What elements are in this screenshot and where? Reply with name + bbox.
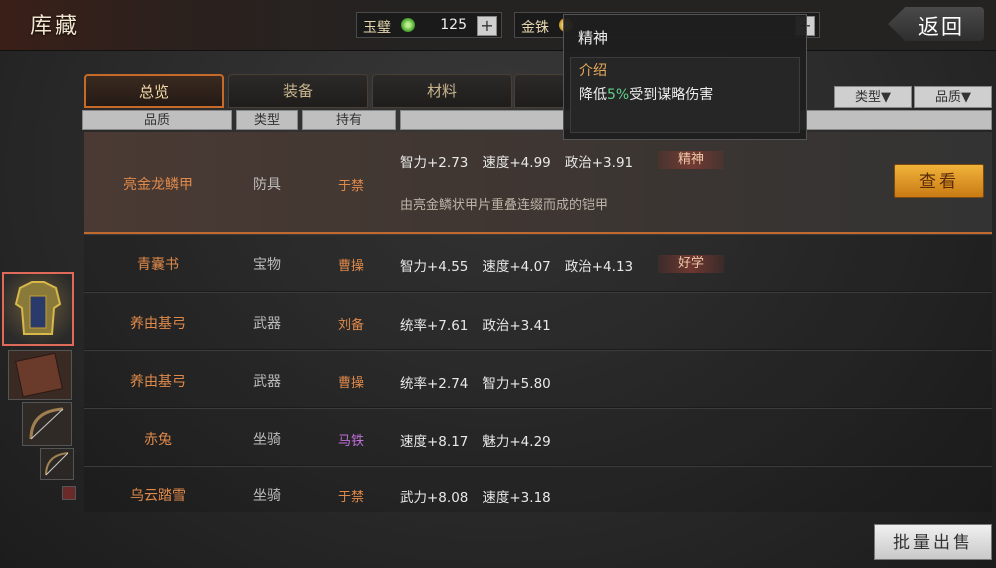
jade-icon [401,18,415,32]
table-row[interactable]: 青囊书 宝物 曹操 智力+4.55 速度+4.07 政治+4.13 好学 [84,234,992,292]
table-row[interactable]: 乌云踏雪 坐骑 于禁 武力+8.08 速度+3.18 [84,467,992,512]
item-name: 乌云踏雪 [130,488,186,504]
item-owner: 曹操 [337,376,364,391]
bow-thumbnail-small[interactable] [40,448,74,480]
item-type: 武器 [253,316,281,332]
item-thumbnail-tiny[interactable] [62,486,76,500]
type-filter-dropdown[interactable]: 类型▼ [834,86,912,108]
stat: 智力+2.73 [400,155,469,171]
item-type: 坐骑 [253,432,281,448]
item-name: 青囊书 [137,257,179,273]
item-stats: 统率+7.61 政治+3.41 [400,314,565,334]
item-stats: 智力+2.73 速度+4.99 政治+3.91 [400,151,647,171]
view-button[interactable]: 查看 [894,164,984,198]
tab-materials[interactable]: 材料 [372,74,512,108]
tooltip-highlight: 5% [607,87,630,103]
stat: 统率+2.74 [400,376,469,392]
stat: 统率+7.61 [400,318,469,334]
tooltip-body-suffix: 受到谋略伤害 [629,87,714,103]
armor-icon [14,281,62,335]
item-type: 武器 [253,374,281,390]
item-owner: 刘备 [337,318,364,333]
table-row[interactable]: 赤兔 坐骑 马铁 速度+8.17 魅力+4.29 [84,409,992,466]
tooltip-body-prefix: 降低 [579,87,607,103]
stat: 政治+3.91 [564,155,634,171]
item-list: 亮金龙鳞甲 防具 于禁 智力+2.73 速度+4.99 政治+3.91 精神 由亮金… [84,132,992,512]
jade-label: 玉璧 [363,20,391,36]
tooltip-title: 精神 [578,29,609,47]
stat: 智力+5.80 [482,376,551,392]
stat: 智力+4.55 [400,259,469,275]
tab-equipment[interactable]: 装备 [228,74,368,108]
stat: 速度+8.17 [400,434,469,450]
tab-overview[interactable]: 总览 [84,74,224,108]
stat: 武力+8.08 [400,490,469,506]
add-jade-button[interactable]: + [477,16,497,36]
item-owner: 于禁 [337,490,364,505]
back-button[interactable]: 返回 [888,7,984,41]
item-stats: 智力+4.55 速度+4.07 政治+4.13 [400,255,647,275]
item-name: 养由基弓 [130,374,186,390]
book-icon [15,352,63,398]
item-type: 宝物 [253,257,281,273]
item-name: 亮金龙鳞甲 [123,177,193,193]
stat: 速度+4.99 [482,155,551,171]
table-row-selected[interactable]: 亮金龙鳞甲 防具 于禁 智力+2.73 速度+4.99 政治+3.91 精神 由亮金… [84,132,992,234]
stat: 魅力+4.29 [482,434,551,450]
item-stats: 统率+2.74 智力+5.80 [400,372,565,392]
bow-icon [29,407,64,440]
item-name: 养由基弓 [130,316,186,332]
column-type[interactable]: 类型 [236,110,298,130]
item-type: 坐骑 [253,488,281,504]
item-owner: 曹操 [337,259,364,274]
item-owner: 马铁 [337,434,364,449]
stat: 政治+3.41 [482,318,551,334]
item-stats: 武力+8.08 速度+3.18 [400,486,565,506]
book-thumbnail[interactable] [8,350,72,400]
armor-thumbnail[interactable] [2,272,74,346]
stat: 速度+4.07 [482,259,551,275]
item-name: 赤兔 [144,432,172,448]
stat: 政治+4.13 [564,259,634,275]
tooltip-subtitle: 介绍 [579,63,607,79]
bulk-sell-button[interactable]: 批量出售 [874,524,992,560]
column-quality[interactable]: 品质 [82,110,232,130]
item-stats: 速度+8.17 魅力+4.29 [400,430,565,450]
stat: 速度+3.18 [482,490,551,506]
back-label: 返回 [918,15,964,39]
table-row[interactable]: 养由基弓 武器 曹操 统率+2.74 智力+5.80 [84,351,992,408]
item-type: 防具 [253,177,281,193]
bow-icon [45,452,69,476]
item-owner: 于禁 [337,179,364,194]
page-title: 库藏 [30,14,81,39]
item-description: 由亮金鳞状甲片重叠连缀而成的铠甲 [400,198,609,213]
trait-badge[interactable]: 精神 [658,151,724,169]
table-row[interactable]: 养由基弓 武器 刘备 统率+7.61 政治+3.41 [84,293,992,350]
jade-value: 125 [440,17,467,33]
coin-label: 金铢 [521,20,549,36]
trait-badge[interactable]: 好学 [658,255,724,273]
jade-resource: 玉璧 125 + [356,12,502,38]
trait-tooltip: 精神 介绍 降低5%受到谋略伤害 [563,14,807,140]
tooltip-body-panel: 介绍 降低5%受到谋略伤害 [570,57,800,133]
quality-filter-dropdown[interactable]: 品质▼ [914,86,992,108]
column-owner[interactable]: 持有 [302,110,396,130]
top-bar: 库藏 玉璧 125 + 金铢 + 返回 [0,0,996,51]
bow-thumbnail[interactable] [22,402,72,446]
tooltip-description: 降低5%受到谋略伤害 [579,84,713,104]
